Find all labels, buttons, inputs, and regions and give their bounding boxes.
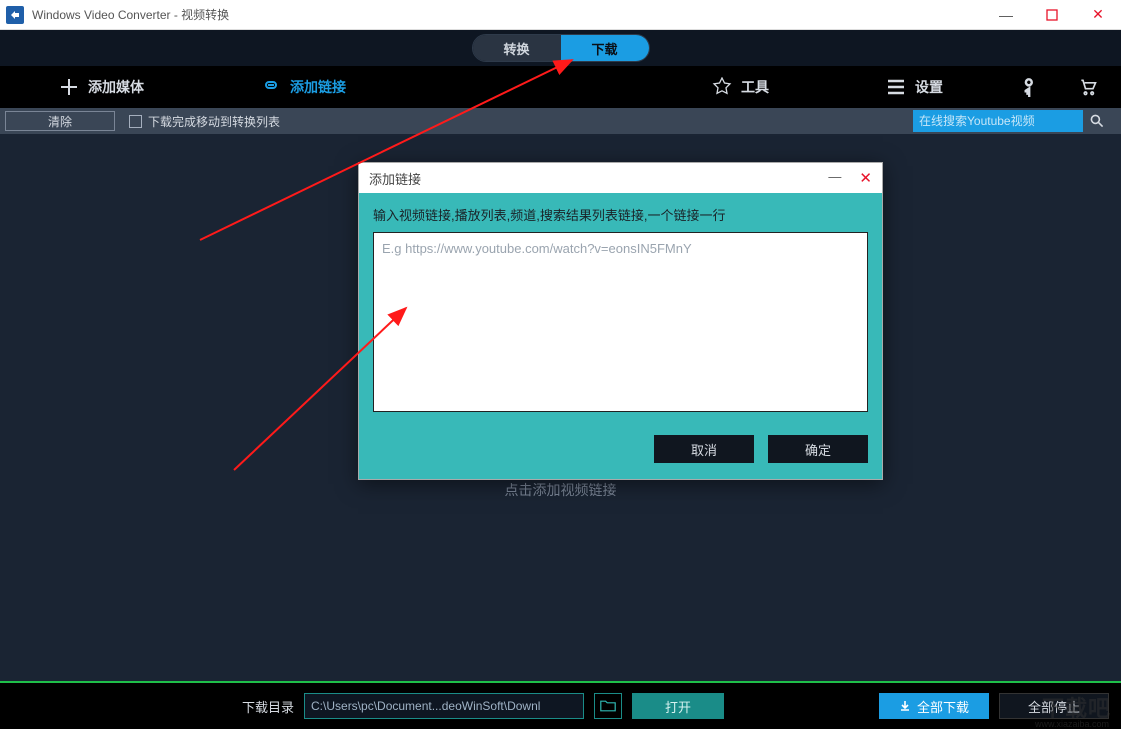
window-controls: — ✕ xyxy=(983,0,1121,30)
key-icon xyxy=(1019,76,1041,98)
window-title: Windows Video Converter - 视频转换 xyxy=(32,6,229,23)
search-button[interactable] xyxy=(1083,110,1111,132)
toolbar: 添加媒体 添加链接 工具 设置 xyxy=(0,66,1121,108)
watermark-url: www.xiazaiba.com xyxy=(1035,719,1109,729)
minimize-button[interactable]: — xyxy=(983,0,1029,30)
tools-label: 工具 xyxy=(741,77,769,97)
key-button[interactable] xyxy=(1001,66,1059,108)
ok-button[interactable]: 确定 xyxy=(768,435,868,463)
dialog-note: 输入视频链接,播放列表,频道,搜索结果列表链接,一个链接一行 xyxy=(373,205,868,224)
download-all-label: 全部下载 xyxy=(917,697,969,716)
clear-button[interactable]: 清除 xyxy=(5,111,115,131)
maximize-button[interactable] xyxy=(1029,0,1075,30)
search-icon xyxy=(1089,113,1105,129)
subbar: 清除 下载完成移动到转换列表 xyxy=(0,108,1121,134)
download-dir-label: 下载目录 xyxy=(242,697,294,716)
mode-switcher: 转换 下载 xyxy=(472,34,650,62)
cancel-button[interactable]: 取消 xyxy=(654,435,754,463)
dialog-actions: 取消 确定 xyxy=(373,435,868,463)
app-icon xyxy=(6,6,24,24)
plus-icon xyxy=(58,76,80,98)
checkbox-box xyxy=(129,115,142,128)
close-button[interactable]: ✕ xyxy=(1075,0,1121,30)
links-textarea[interactable] xyxy=(373,232,868,412)
dialog-minimize-button[interactable]: — xyxy=(828,169,841,187)
settings-button[interactable]: 设置 xyxy=(867,66,961,108)
mode-download[interactable]: 下载 xyxy=(561,35,649,61)
settings-label: 设置 xyxy=(915,77,943,97)
dialog-close-button[interactable]: ✕ xyxy=(859,169,872,187)
add-link-hint: 点击添加视频链接 xyxy=(505,480,617,500)
move-after-download-checkbox[interactable]: 下载完成移动到转换列表 xyxy=(129,113,280,130)
tools-button[interactable]: 工具 xyxy=(693,66,787,108)
add-link-label: 添加链接 xyxy=(290,77,346,97)
download-icon xyxy=(899,700,911,712)
dialog-title: 添加链接 xyxy=(369,169,421,188)
search-wrap xyxy=(913,110,1111,132)
titlebar: Windows Video Converter - 视频转换 — ✕ xyxy=(0,0,1121,30)
add-link-button[interactable]: 添加链接 xyxy=(242,66,364,108)
add-link-dialog: 添加链接 — ✕ 输入视频链接,播放列表,频道,搜索结果列表链接,一个链接一行 … xyxy=(358,162,883,480)
download-path-field[interactable]: C:\Users\pc\Document...deoWinSoft\Downl xyxy=(304,693,584,719)
main-area: 点击添加视频链接 添加链接 — ✕ 输入视频链接,播放列表,频道,搜索结果列表链… xyxy=(0,134,1121,681)
mode-convert[interactable]: 转换 xyxy=(473,35,561,61)
bottombar: 下载目录 C:\Users\pc\Document...deoWinSoft\D… xyxy=(0,683,1121,729)
app-body: 转换 下载 添加媒体 添加链接 工具 设置 清除 xyxy=(0,30,1121,729)
browse-folder-button[interactable] xyxy=(594,693,622,719)
move-after-download-label: 下载完成移动到转换列表 xyxy=(148,113,280,130)
dialog-body: 输入视频链接,播放列表,频道,搜索结果列表链接,一个链接一行 取消 确定 xyxy=(359,193,882,479)
add-media-button[interactable]: 添加媒体 xyxy=(40,66,162,108)
cart-button[interactable] xyxy=(1059,66,1121,108)
folder-icon xyxy=(600,699,616,713)
download-all-button[interactable]: 全部下载 xyxy=(879,693,989,719)
search-input[interactable] xyxy=(913,110,1083,132)
dialog-titlebar: 添加链接 — ✕ xyxy=(359,163,882,193)
mode-row: 转换 下载 xyxy=(0,30,1121,66)
add-media-label: 添加媒体 xyxy=(88,77,144,97)
link-icon xyxy=(260,76,282,98)
open-folder-button[interactable]: 打开 xyxy=(632,693,724,719)
menu-icon xyxy=(885,76,907,98)
cart-icon xyxy=(1077,76,1099,98)
star-icon xyxy=(711,76,733,98)
